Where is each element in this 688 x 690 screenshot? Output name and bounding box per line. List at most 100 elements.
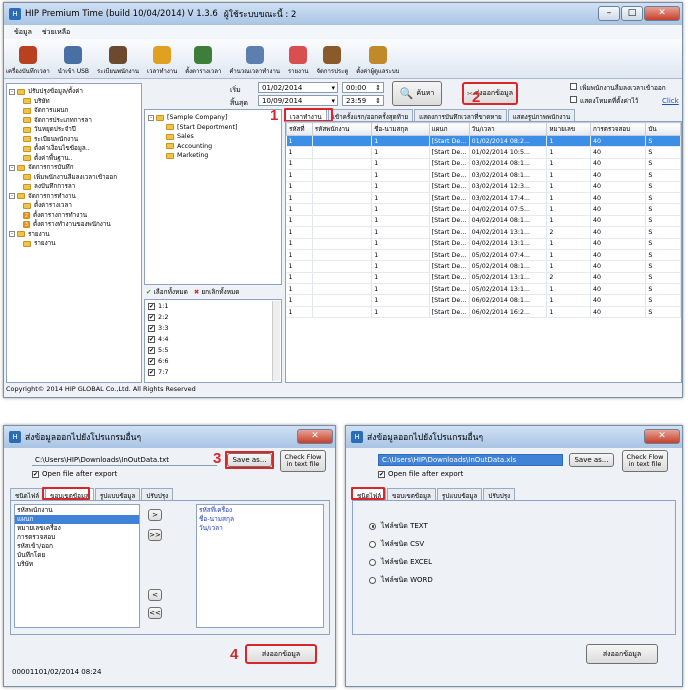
nav-item[interactable]: รายงาน <box>9 239 139 249</box>
field-option[interactable]: หมายเลขเครื่อง <box>15 524 139 533</box>
toolbar-button-8[interactable]: ตั้งค่าผู้ดูแลระบบ <box>356 46 400 78</box>
file-type-option[interactable]: ไฟล์ชนิด CSV <box>369 535 433 553</box>
export-button[interactable]: ✂ ส่งออกข้อมูล <box>462 82 518 105</box>
selected-field[interactable]: รหัสที่เครื่อง <box>197 506 323 515</box>
department-item[interactable]: Marketing <box>148 151 278 161</box>
table-row[interactable]: 1 1 [Start De... 06/02/2014 16:2... 1 40 S <box>286 306 681 319</box>
field-option[interactable]: บริษัท <box>15 560 139 569</box>
export-path-input[interactable]: C:\Users\HIP\Downloads\InOutData.txt <box>32 454 217 466</box>
available-fields-list[interactable]: รหัสพนักงาน แผนก หมายเลขเครื่อง การตรวจสอบร… <box>14 504 140 628</box>
checkbox[interactable]: ✔ <box>148 303 155 310</box>
nav-item[interactable]: - จัดการการทำงาน <box>9 192 139 202</box>
radio-button[interactable] <box>369 558 376 566</box>
menu-data[interactable]: ข้อมูล <box>14 27 32 38</box>
table-row[interactable]: 1 1 [Start De... 04/02/2014 07:5... 1 40 S <box>286 203 681 216</box>
checkbox[interactable]: ✔ <box>148 325 155 332</box>
table-row[interactable]: 1 1 [Start De... 01/02/2014 10:5... 1 40 S <box>286 146 681 159</box>
department-item[interactable]: - [Sample Company] <box>148 113 278 123</box>
nav-item[interactable]: - ปรับปรุงข้อมูล/ตั้งค่า <box>9 87 139 97</box>
nav-item[interactable]: ตั้งตารางเวลา <box>9 201 139 211</box>
table-row[interactable]: 1 1 [Start De... 04/02/2014 08:1... 1 40 S <box>286 215 681 228</box>
dialog-left-close-button[interactable]: ✕ <box>297 429 333 444</box>
radio-button[interactable] <box>369 540 376 548</box>
export-path-input-right[interactable]: C:\Users\HIP\Downloads\InOutData.xls <box>378 454 563 466</box>
table-row[interactable]: 1 1 [Start De... 04/02/2014 13:1... 1 40 S <box>286 238 681 250</box>
radio-button[interactable] <box>369 522 376 530</box>
table-row[interactable]: 1 1 [Start De... 04/02/2014 13:1... 2 40 S <box>286 226 681 239</box>
collapse-icon[interactable]: - <box>9 193 15 200</box>
maximize-button[interactable]: □ <box>621 6 643 21</box>
remove-field-button[interactable]: < <box>148 589 162 601</box>
employee-checkbox[interactable]: ✔ 7:7 <box>148 368 278 379</box>
add-all-fields-button[interactable]: >> <box>148 529 162 541</box>
table-row[interactable]: 1 1 [Start De... 01/02/2014 08:2... 1 40 S <box>286 135 681 148</box>
export-data-button-right[interactable]: ส่งออกข้อมูล <box>586 644 658 664</box>
employee-checkbox[interactable]: ✔ 5:5 <box>148 346 278 357</box>
file-type-option[interactable]: ไฟล์ชนิด WORD <box>369 571 433 589</box>
radio-button[interactable] <box>369 576 376 584</box>
table-row[interactable]: 1 1 [Start De... 03/02/2014 12:3... 1 40 S <box>286 181 681 193</box>
toolbar-button-6[interactable]: รายงาน <box>288 46 308 78</box>
table-row[interactable]: 1 1 [Start De... 06/02/2014 08:1... 1 40 S <box>286 294 681 307</box>
nav-item[interactable]: จัดการประเภทการลา <box>9 116 139 126</box>
preset-mode-option[interactable]: แสดงโหมดที่ตั้งค่าไว้ <box>570 96 638 106</box>
check-flow-button-right[interactable]: Check Flow in text file <box>622 450 668 472</box>
toolbar-button-7[interactable]: จัดการประตู <box>316 46 348 78</box>
collapse-icon[interactable]: - <box>9 231 15 238</box>
table-row[interactable]: 1 1 [Start De... 05/02/2014 07:4... 1 40 S <box>286 249 681 262</box>
nav-item[interactable]: จัดการแผนก <box>9 106 139 116</box>
end-date-picker[interactable]: 10/09/2014 ▾ <box>258 95 338 106</box>
toolbar-button-1[interactable]: นำเข้า USB <box>58 46 89 78</box>
table-row[interactable]: 1 1 [Start De... 03/02/2014 17:4... 1 40 S <box>286 192 681 205</box>
field-option[interactable]: รหัสพนักงาน <box>15 506 139 515</box>
selected-fields-list[interactable]: รหัสที่เครื่อง ชื่อ-นามสกุล วัน/เวลา <box>196 504 324 628</box>
column-header[interactable]: บัน <box>645 122 681 136</box>
department-item[interactable]: Accounting <box>148 142 278 152</box>
file-type-option[interactable]: ไฟล์ชนิด TEXT <box>369 517 433 535</box>
employee-checkbox[interactable]: ✔ 4:4 <box>148 335 278 346</box>
toolbar-button-5[interactable]: คำนวณเวลาทำงาน <box>229 46 280 78</box>
nav-item[interactable]: - จัดการการบันทึก <box>9 163 139 173</box>
toolbar-button-4[interactable]: ตั้งตารางเวลา <box>185 46 221 78</box>
nav-item[interactable]: ตั้งค่าพื้นฐาน.. <box>9 154 139 164</box>
export-data-button[interactable]: ส่งออกข้อมูล <box>245 644 317 664</box>
check-flow-button[interactable]: Check Flow in text file <box>280 450 326 472</box>
search-button[interactable]: 🔍 ค้นหา <box>392 81 442 106</box>
table-row[interactable]: 1 1 [Start De... 03/02/2014 08:1... 1 40 S <box>286 158 681 171</box>
click-link[interactable]: Click <box>662 97 679 105</box>
table-row[interactable]: 1 1 [Start De... 05/02/2014 13:1... 2 40 S <box>286 272 681 285</box>
department-item[interactable]: [Start Deportment] <box>148 123 278 133</box>
table-row[interactable]: 1 1 [Start De... 05/02/2014 08:1... 1 40 S <box>286 260 681 273</box>
checkbox[interactable]: ✔ <box>148 347 155 354</box>
checklist-scrollbar[interactable] <box>272 301 280 381</box>
deselect-all-button[interactable]: ✖ ยกเลิกทั้งหมด <box>194 287 240 298</box>
start-time-input[interactable]: 00:00 ⇕ <box>342 82 384 93</box>
save-as-button-right[interactable]: Save as... <box>569 453 614 467</box>
department-item[interactable]: Sales <box>148 132 278 142</box>
collapse-icon[interactable]: - <box>9 164 15 171</box>
dialog-right-close-button[interactable]: ✕ <box>644 429 680 444</box>
checkbox[interactable]: ✔ <box>148 336 155 343</box>
checkbox[interactable]: ✔ <box>148 314 155 321</box>
field-option[interactable]: การตรวจสอบ <box>15 533 139 542</box>
start-date-picker[interactable]: 01/02/2014 ▾ <box>258 82 338 93</box>
column-header[interactable]: วัน/เวลา <box>468 122 548 136</box>
end-time-input[interactable]: 23:59 ⇕ <box>342 95 384 106</box>
menu-help[interactable]: ช่วยเหลือ <box>42 27 70 38</box>
column-header[interactable]: การตรวจสอบ <box>590 122 647 136</box>
field-option[interactable]: รหัสเข้า/ออก <box>15 542 139 551</box>
checkbox[interactable]: ✔ <box>148 358 155 365</box>
employee-checkbox[interactable]: ✔ 1:1 <box>148 302 278 313</box>
open-after-export-checkbox-right[interactable]: ✔ Open file after export <box>378 470 463 478</box>
nav-item[interactable]: ระเบียนพนักงาน <box>9 135 139 145</box>
column-header[interactable]: หมายเลข <box>546 122 592 136</box>
nav-item[interactable]: วันหยุดประจำปี <box>9 125 139 135</box>
nav-item[interactable]: ตั้งค่าเงื่อนไขข้อมูล.. <box>9 144 139 154</box>
selected-field[interactable]: วัน/เวลา <box>197 524 323 533</box>
nav-item[interactable]: ลงบันทึกการลา <box>9 182 139 192</box>
forgot-time-option[interactable]: เพิ่มพนักงานลืมลงเวลาเข้าออก <box>570 83 666 93</box>
table-row[interactable]: 1 1 [Start De... 05/02/2014 13:1... 1 40 S <box>286 283 681 296</box>
nav-item[interactable]: เพิ่มพนักงานลืมลงเวลาเข้าออก <box>9 173 139 183</box>
column-header[interactable]: รหัสพนักงาน <box>311 122 373 136</box>
select-all-button[interactable]: ✔ เลือกทั้งหมด <box>146 287 188 298</box>
